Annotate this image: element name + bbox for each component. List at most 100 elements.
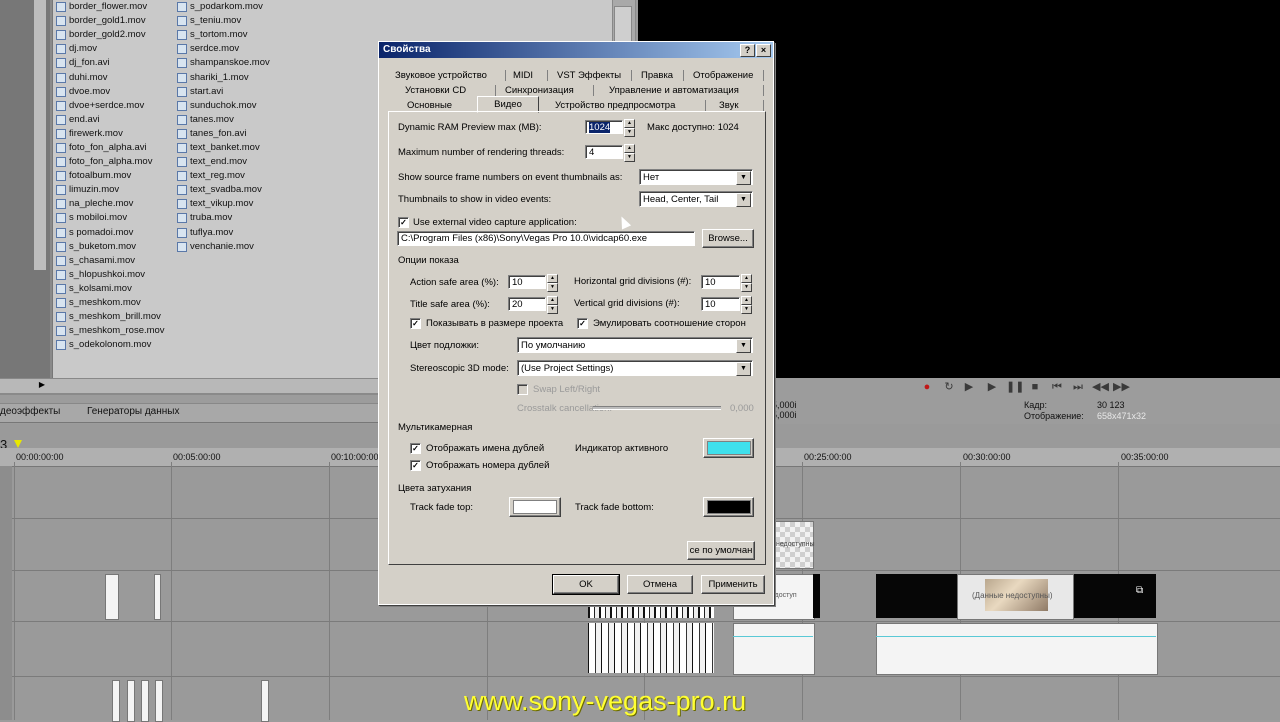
pause-icon[interactable]: ❚❚ xyxy=(1006,381,1024,393)
chevron-down-icon[interactable]: ▼ xyxy=(736,193,751,207)
tab-control-automation[interactable]: Управление и автоматизация xyxy=(609,84,739,97)
video-event[interactable] xyxy=(154,574,161,620)
fast-forward-icon[interactable]: ▶▶ xyxy=(1113,381,1130,393)
file-item[interactable]: s_chasami.mov xyxy=(56,254,165,268)
show-take-names-checkbox[interactable]: ✓ xyxy=(410,443,421,454)
file-item[interactable]: s_podarkom.mov xyxy=(177,0,270,14)
active-indicator-color-button[interactable] xyxy=(703,438,754,458)
tab-video-fx[interactable]: деоэффекты xyxy=(0,406,60,417)
ok-button[interactable]: OK xyxy=(552,574,620,595)
file-item[interactable]: border_gold1.mov xyxy=(56,14,165,28)
file-item[interactable]: end.avi xyxy=(56,113,165,127)
play-from-start-icon[interactable]: ▶ xyxy=(962,381,976,393)
file-item[interactable]: s_teniu.mov xyxy=(177,14,270,28)
next-frame-icon[interactable]: ⏭ xyxy=(1071,381,1085,393)
tab-midi[interactable]: MIDI xyxy=(513,69,533,82)
record-icon[interactable]: ● xyxy=(920,381,934,393)
action-safe-input[interactable]: 10 xyxy=(508,275,546,289)
file-item[interactable]: sunduchok.mov xyxy=(177,99,270,113)
video-event-edge[interactable] xyxy=(813,574,820,618)
file-item[interactable]: fotoalbum.mov xyxy=(56,169,165,183)
file-item[interactable]: s mobiloi.mov xyxy=(56,211,165,225)
file-item[interactable]: serdce.mov xyxy=(177,42,270,56)
file-item[interactable]: text_reg.mov xyxy=(177,169,270,183)
close-button[interactable]: × xyxy=(756,44,771,57)
file-item[interactable]: na_pleche.mov xyxy=(56,197,165,211)
file-item[interactable]: tanes.mov xyxy=(177,113,270,127)
title-safe-input[interactable]: 20 xyxy=(508,297,546,311)
vertical-grid-input[interactable]: 10 xyxy=(701,297,740,311)
horizontal-grid-spinner[interactable]: ▲ ▼ xyxy=(741,274,752,292)
file-item[interactable]: venchanie.mov xyxy=(177,240,270,254)
swap-left-right-checkbox[interactable] xyxy=(517,384,528,395)
event-fx-icon[interactable]: ⧉ xyxy=(1136,585,1150,597)
audio-event[interactable] xyxy=(588,623,714,673)
file-item[interactable]: text_vikup.mov xyxy=(177,197,270,211)
stereoscopic-select[interactable]: (Use Project Settings) ▼ xyxy=(517,360,753,376)
crosstalk-slider[interactable] xyxy=(593,406,721,410)
prev-frame-icon[interactable]: ⏮ xyxy=(1050,381,1064,393)
show-project-size-checkbox[interactable]: ✓ xyxy=(410,318,421,329)
stop-icon[interactable]: ■ xyxy=(1028,381,1042,393)
fade-bottom-color-button[interactable] xyxy=(703,497,754,517)
video-event[interactable] xyxy=(261,680,269,722)
cancel-button[interactable]: Отмена xyxy=(627,575,693,594)
file-item[interactable]: dvoe+serdce.mov xyxy=(56,99,165,113)
loop-icon[interactable]: ↻ xyxy=(942,381,956,393)
scroll-right-arrow-icon[interactable]: ▶ xyxy=(36,379,48,391)
ram-preview-spinner[interactable]: ▲ ▼ xyxy=(624,119,635,137)
emulate-aspect-checkbox[interactable]: ✓ xyxy=(577,318,588,329)
play-icon[interactable]: ▶ xyxy=(985,381,999,393)
external-capture-path[interactable]: C:\Program Files (x86)\Sony\Vegas Pro 10… xyxy=(397,231,695,246)
backdrop-color-select[interactable]: По умолчанию ▼ xyxy=(517,337,753,353)
rewind-icon[interactable]: ◀◀ xyxy=(1092,381,1109,393)
frame-numbers-select[interactable]: Нет ▼ xyxy=(639,169,753,185)
file-item[interactable]: text_svadba.mov xyxy=(177,183,270,197)
audio-event[interactable] xyxy=(876,623,1158,675)
external-capture-checkbox[interactable]: ✓ xyxy=(398,217,409,228)
file-item[interactable]: dj_fon.avi xyxy=(56,56,165,70)
file-item[interactable]: s_meshkom.mov xyxy=(56,296,165,310)
vertical-grid-spinner[interactable]: ▲ ▼ xyxy=(741,296,752,314)
show-take-numbers-checkbox[interactable]: ✓ xyxy=(410,460,421,471)
file-item[interactable]: s_hlopushkoi.mov xyxy=(56,268,165,282)
tab-display[interactable]: Отображение xyxy=(693,69,753,82)
browse-button[interactable]: Browse... xyxy=(702,229,754,248)
apply-button[interactable]: Применить xyxy=(701,575,765,594)
audio-event[interactable] xyxy=(733,623,815,675)
rendering-threads-spinner[interactable]: ▲ ▼ xyxy=(624,144,635,162)
audio-envelope-line[interactable] xyxy=(876,636,1156,637)
file-item[interactable]: s_kolsami.mov xyxy=(56,282,165,296)
thumbnails-select[interactable]: Head, Center, Tail ▼ xyxy=(639,191,753,207)
file-item[interactable]: s_meshkom_rose.mov xyxy=(56,324,165,338)
file-item[interactable]: text_end.mov xyxy=(177,155,270,169)
video-event[interactable] xyxy=(105,574,119,620)
audio-envelope-line[interactable] xyxy=(733,636,813,637)
file-item[interactable]: s_tortom.mov xyxy=(177,28,270,42)
file-item[interactable]: border_gold2.mov xyxy=(56,28,165,42)
file-item[interactable]: foto_fon_alpha.avi xyxy=(56,141,165,155)
file-item[interactable]: duhi.mov xyxy=(56,70,165,84)
file-item[interactable]: truba.mov xyxy=(177,211,270,225)
video-event[interactable] xyxy=(141,680,149,722)
file-item[interactable]: tuflya.mov xyxy=(177,226,270,240)
file-item[interactable]: shampanskoe.mov xyxy=(177,56,270,70)
horizontal-grid-input[interactable]: 10 xyxy=(701,275,740,289)
file-item[interactable]: s_odekolonom.mov xyxy=(56,338,165,352)
cursor-position-icon[interactable] xyxy=(14,440,22,448)
file-item[interactable]: start.avi xyxy=(177,85,270,99)
file-item[interactable]: text_banket.mov xyxy=(177,141,270,155)
dialog-titlebar[interactable]: Свойства ? × xyxy=(379,42,773,58)
file-item[interactable]: firewerk.mov xyxy=(56,127,165,141)
rendering-threads-input[interactable]: 4 xyxy=(585,145,623,159)
file-item[interactable]: s_meshkom_brill.mov xyxy=(56,310,165,324)
tab-editing[interactable]: Правка xyxy=(641,69,673,82)
tab-audio-device[interactable]: Звуковое устройство xyxy=(395,69,487,82)
chevron-down-icon[interactable]: ▼ xyxy=(736,339,751,353)
tab-media-generators[interactable]: Генераторы данных xyxy=(87,406,179,417)
tab-cd-settings[interactable]: Установки CD xyxy=(405,84,466,97)
file-item[interactable]: shariki_1.mov xyxy=(177,70,270,84)
ram-preview-input[interactable]: 1024 xyxy=(585,120,623,134)
chevron-down-icon[interactable]: ▼ xyxy=(736,171,751,185)
fade-top-color-button[interactable] xyxy=(509,497,561,517)
